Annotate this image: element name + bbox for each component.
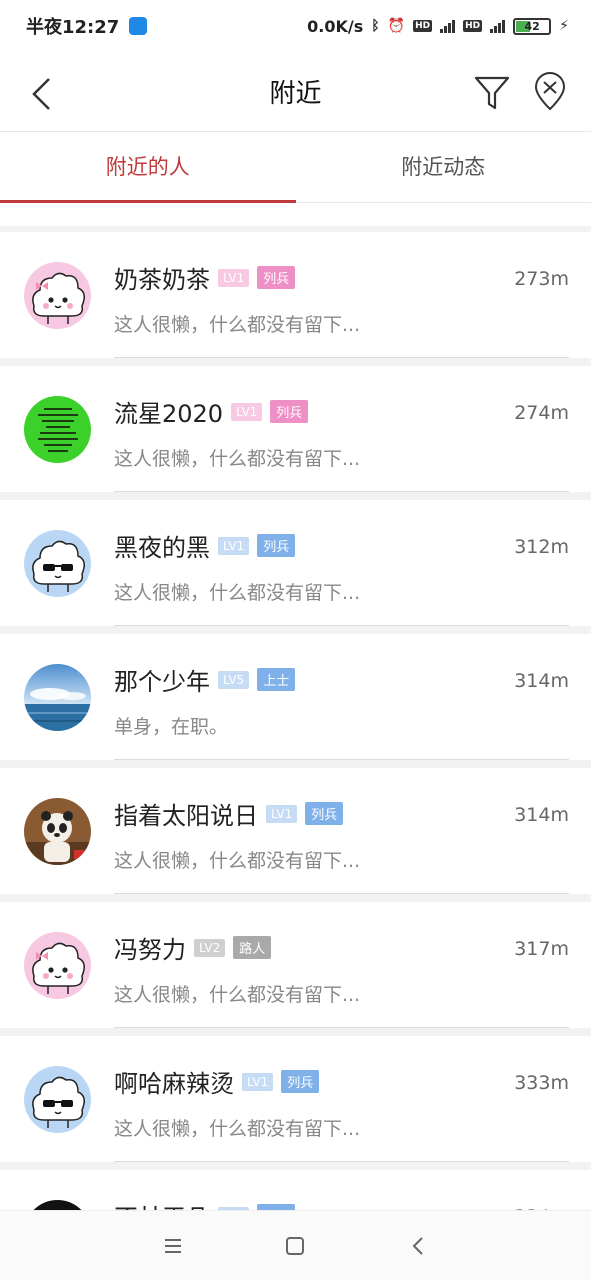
level-badge: LV1 <box>266 804 298 823</box>
cloud-girl-avatar[interactable] <box>24 932 91 999</box>
level-badge: LV2 <box>194 938 226 957</box>
rank-badge: 列兵 <box>257 534 296 557</box>
list-item[interactable]: 流星2020 LV1 列兵这人很懒，什么都没有留下... 274m <box>0 366 591 492</box>
distance-label: 312m <box>514 536 569 558</box>
people-list: 奶茶奶茶 LV1 列兵 这人很懒，什么都没有留下... 273m 流星2020 LV1 列兵这… <box>0 226 591 1210</box>
list-item[interactable]: 冯努力 LV2 路人这人很懒，什么都没有留下... 317m <box>0 902 591 1028</box>
distance-label: 317m <box>514 938 569 960</box>
app-notification-icon <box>129 17 148 35</box>
rank-badge: 列兵 <box>281 1070 320 1093</box>
list-item[interactable]: 奶茶奶茶 LV1 列兵这人很懒，什么都没有留下... 273m <box>0 232 591 358</box>
rank-badge: 列兵 <box>257 266 296 289</box>
distance-label: 333m <box>514 1072 569 1094</box>
list-item[interactable]: 那个少年 LV5 上士单身，在职。 314m <box>0 634 591 760</box>
back-arrow-icon[interactable] <box>22 74 62 114</box>
distance-label: 274m <box>514 402 569 424</box>
tab-nearby-people[interactable]: 附近的人 <box>0 133 296 203</box>
list-items: 奶茶奶茶 LV1 列兵 这人很懒，什么都没有留下... 273m 流星2020 LV1 列兵这… <box>0 232 591 1210</box>
tab-nearby-moments[interactable]: 附近动态 <box>296 133 591 202</box>
green-text-avatar[interactable] <box>24 396 91 463</box>
name-row: 黑夜的黑 LV1 列兵 <box>114 528 296 563</box>
list-item[interactable]: 不甘平凡LV9中尉334m <box>0 1170 591 1210</box>
list-item[interactable]: 黑夜的黑 LV1 列兵这人很懒，什么都没有留下... 312m <box>0 500 591 626</box>
tab-bar: 附近的人 附近动态 <box>0 133 591 203</box>
battery-level: 42 <box>524 19 540 33</box>
battery-icon: 42 <box>513 17 552 35</box>
status-left: 半夜12:27 <box>26 13 148 39</box>
nav-bar: 附近 <box>0 52 591 132</box>
list-item[interactable]: 啊哈麻辣烫 LV1 列兵这人很懒，什么都没有留下... 333m <box>0 1036 591 1162</box>
net-speed: 0.0K/s <box>307 16 364 36</box>
level-badge: LV1 <box>242 1072 274 1091</box>
list-item[interactable]: 指着太阳说日 LV1 列兵这人很懒，什么都没有留下... 314m <box>0 768 591 894</box>
home-square-icon[interactable] <box>282 1233 308 1259</box>
name-row: 流星2020 LV1 列兵 <box>114 394 309 429</box>
user-name: 那个少年 <box>114 668 210 696</box>
distance-label: 273m <box>514 268 569 290</box>
name-row: 不甘平凡LV9中尉 <box>114 1198 296 1210</box>
panda-avatar[interactable] <box>24 798 91 865</box>
level-badge: LV1 <box>218 536 250 555</box>
menu-icon[interactable] <box>160 1233 186 1259</box>
hd-icon: HD <box>413 20 433 32</box>
cloud-girl-avatar[interactable] <box>24 262 91 329</box>
alarm-icon: ⏰ <box>387 18 406 34</box>
user-signature: 这人很懒，什么都没有留下... <box>114 1118 361 1140</box>
user-name: 指着太阳说日 <box>114 802 258 830</box>
rank-badge: 上士 <box>257 668 296 691</box>
name-row: 奶茶奶茶 LV1 列兵 <box>114 260 296 295</box>
level-badge: LV5 <box>218 670 250 689</box>
level-badge: LV1 <box>231 402 263 421</box>
cloud-sunglasses-avatar[interactable] <box>24 530 91 597</box>
back-triangle-icon[interactable] <box>405 1233 431 1259</box>
clear-location-icon[interactable] <box>530 72 570 112</box>
name-row: 啊哈麻辣烫 LV1 列兵 <box>114 1064 320 1099</box>
bluetooth-icon: ᛒ <box>371 18 380 34</box>
hd-icon-2: HD <box>463 20 483 32</box>
name-row: 冯努力 LV2 路人 <box>114 930 272 965</box>
user-signature: 单身，在职。 <box>114 716 229 738</box>
user-signature: 这人很懒，什么都没有留下... <box>114 448 361 470</box>
user-name: 不甘平凡 <box>114 1198 210 1210</box>
signal-icon <box>440 19 456 33</box>
user-name: 啊哈麻辣烫 <box>114 1070 234 1098</box>
user-signature: 这人很懒，什么都没有留下... <box>114 850 361 872</box>
filter-funnel-icon[interactable] <box>472 72 512 112</box>
level-badge: LV1 <box>218 268 250 287</box>
rank-badge: 路人 <box>233 936 272 959</box>
user-signature: 这人很懒，什么都没有留下... <box>114 314 361 336</box>
status-time: 半夜12:27 <box>26 17 120 38</box>
signal-icon-2 <box>490 19 506 33</box>
status-bar: 半夜12:27 0.0K/s ᛒ ⏰ HD HD 42 ⚡ <box>0 0 591 52</box>
rank-badge: 列兵 <box>305 802 344 825</box>
user-name: 黑夜的黑 <box>114 534 210 562</box>
system-nav-bar <box>0 1210 591 1280</box>
dark-avatar[interactable] <box>24 1200 91 1210</box>
distance-label: 314m <box>514 804 569 826</box>
rank-badge: 列兵 <box>270 400 309 423</box>
charging-icon: ⚡ <box>559 18 569 34</box>
user-name: 冯努力 <box>114 936 186 964</box>
user-signature: 这人很懒，什么都没有留下... <box>114 582 361 604</box>
sea-sky-avatar[interactable] <box>24 664 91 731</box>
name-row: 指着太阳说日 LV1 列兵 <box>114 796 344 831</box>
cloud-sunglasses-avatar[interactable] <box>24 1066 91 1133</box>
user-name: 流星2020 <box>114 400 224 428</box>
user-name: 奶茶奶茶 <box>114 266 210 294</box>
name-row: 那个少年 LV5 上士 <box>114 662 296 697</box>
status-right: 0.0K/s ᛒ ⏰ HD HD 42 ⚡ <box>307 17 569 36</box>
distance-label: 314m <box>514 670 569 692</box>
user-signature: 这人很懒，什么都没有留下... <box>114 984 361 1006</box>
